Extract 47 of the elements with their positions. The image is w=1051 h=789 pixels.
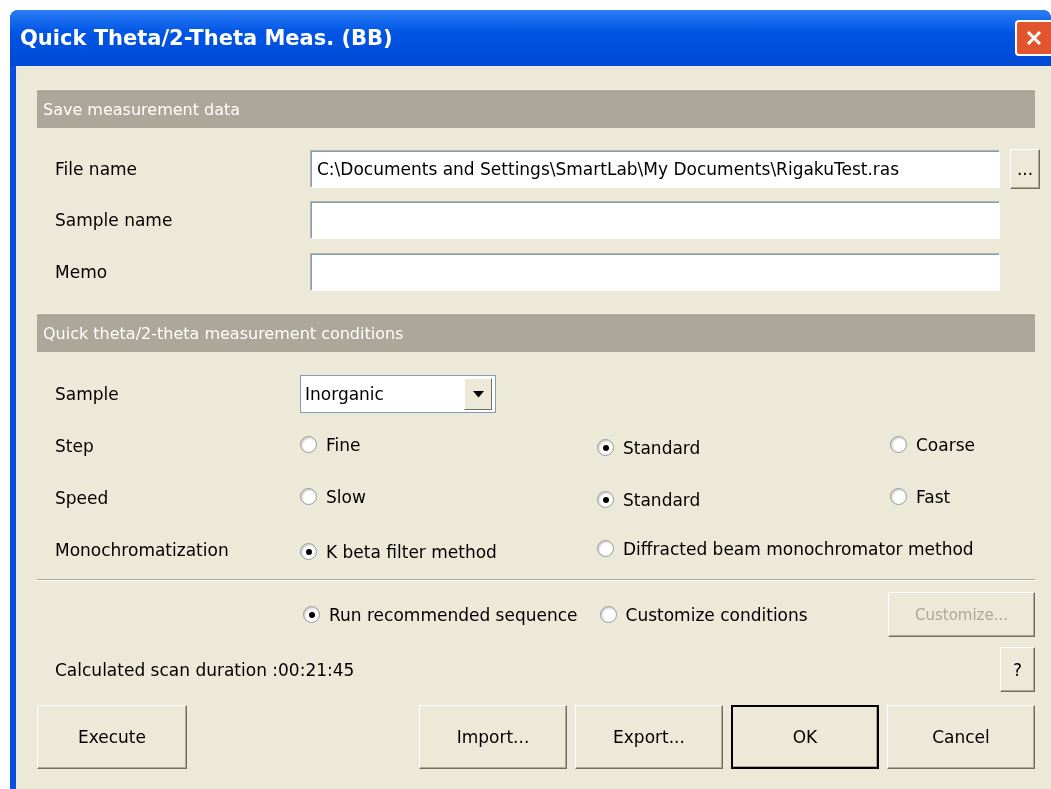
field-label: Sample name — [54, 210, 174, 230]
window-title: Quick Theta/2-Theta Meas. (BB) — [20, 26, 394, 50]
radio-button[interactable] — [300, 436, 317, 454]
radio-option[interactable]: Coarse — [890, 434, 975, 455]
radio-option[interactable]: Standard — [597, 489, 701, 510]
close-button[interactable] — [1015, 20, 1051, 56]
help-button[interactable]: ? — [1000, 647, 1035, 692]
radio-label: Fine — [326, 434, 361, 455]
field-label: Step — [54, 436, 95, 456]
radio-option[interactable]: Fine — [300, 434, 361, 455]
radio-button[interactable] — [597, 491, 614, 508]
field-label: Sample — [54, 384, 120, 404]
radio-button[interactable] — [300, 543, 317, 560]
input-field[interactable] — [310, 201, 1000, 239]
radio-button[interactable] — [303, 606, 320, 623]
radio-label: Fast — [916, 486, 951, 507]
radio-option[interactable]: Standard — [597, 437, 701, 458]
input-field[interactable]: C:\Documents and Settings\SmartLab\My Documents\RigakuTest.ras — [310, 150, 1000, 188]
dropdown-arrow-icon — [472, 390, 484, 398]
radio-label: Standard — [623, 489, 701, 510]
radio-button[interactable] — [300, 488, 317, 506]
dialog-button[interactable]: Cancel — [887, 705, 1035, 769]
section-header: Save measurement data — [37, 89, 1035, 128]
radio-button[interactable] — [890, 436, 907, 454]
section-header: Quick theta/2-theta measurement conditions — [37, 313, 1035, 352]
sample-dropdown[interactable]: Inorganic — [300, 375, 496, 413]
radio-option[interactable]: Fast — [890, 486, 951, 507]
radio-label: Slow — [326, 486, 366, 507]
radio-button[interactable] — [597, 540, 614, 558]
browse-button[interactable]: ... — [1010, 149, 1040, 189]
field-label: Speed — [54, 488, 110, 508]
close-icon — [1025, 29, 1043, 47]
radio-button[interactable] — [599, 606, 617, 623]
scan-duration: Calculated scan duration :00:21:45 — [54, 659, 355, 680]
field-label: Monochromatization — [54, 540, 230, 560]
radio-label: Standard — [623, 437, 701, 458]
radio-button[interactable] — [890, 488, 907, 506]
dialog-button[interactable]: Execute — [37, 705, 187, 769]
dialog-button[interactable]: OK — [731, 705, 879, 769]
dialog-button[interactable]: Import... — [419, 705, 567, 769]
field-label: File name — [54, 159, 139, 179]
radio-option[interactable]: Slow — [300, 486, 366, 507]
radio-label: Coarse — [916, 434, 975, 455]
radio-button[interactable] — [597, 439, 614, 456]
input-field[interactable] — [310, 253, 1000, 291]
dialog-button[interactable]: Export... — [575, 705, 723, 769]
field-label: Memo — [54, 262, 109, 282]
